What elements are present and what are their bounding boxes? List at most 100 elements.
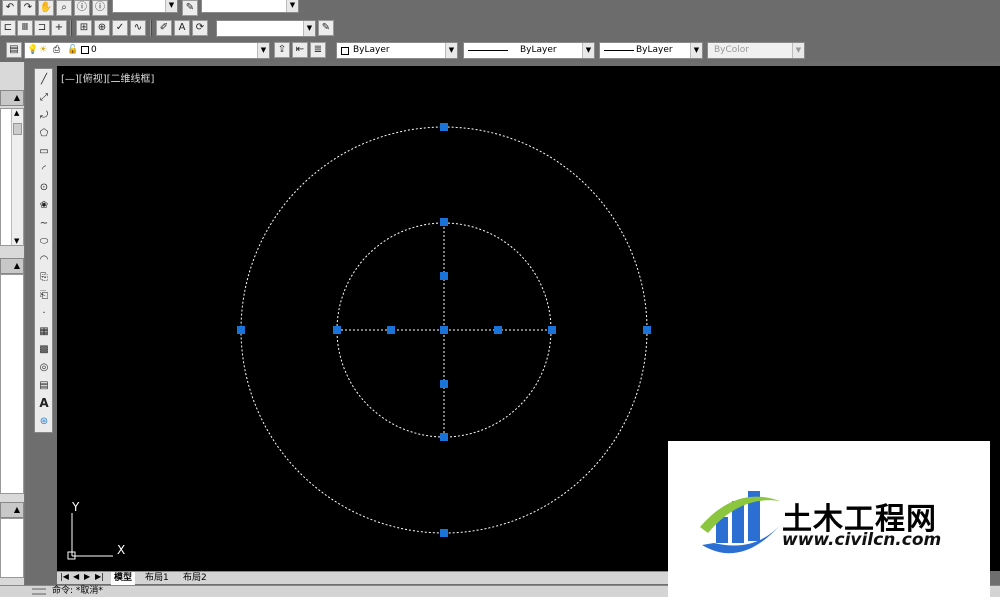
tab-model[interactable]: 模型 bbox=[111, 572, 136, 585]
civilcn-logo bbox=[700, 491, 782, 554]
toolbar-row-3: ▤ 💡 ☀ ⎙ 🔓 0 ▼ ⇪ ⇤ ≣ ByLayer ▼ ByLayer ▼ … bbox=[0, 40, 1000, 62]
style-dropdown[interactable]: ▼ bbox=[201, 0, 299, 13]
dim-edit-icon[interactable]: ✐ bbox=[156, 20, 172, 36]
jogged-linear-icon[interactable]: ∿ bbox=[130, 20, 146, 36]
linetype-dropdown[interactable]: ByLayer ▼ bbox=[463, 42, 595, 59]
dim-linear-icon[interactable]: ⊏ bbox=[0, 20, 16, 36]
watermark-url: www.civilcn.com bbox=[782, 530, 942, 550]
watermark: 土木工程网 www.civilcn.com bbox=[668, 441, 990, 597]
grip[interactable] bbox=[440, 326, 448, 334]
revision-cloud-icon[interactable]: ❀ bbox=[36, 197, 52, 213]
palette-scrollbar[interactable]: ▲ ▼ bbox=[11, 109, 23, 245]
make-current-layer-icon[interactable]: ⇪ bbox=[274, 42, 290, 58]
rectangle-icon[interactable]: ▭ bbox=[36, 143, 52, 159]
collapse-up-icon[interactable]: ▲ bbox=[14, 93, 20, 102]
scroll-thumb[interactable] bbox=[13, 123, 22, 135]
scroll-down-icon[interactable]: ▼ bbox=[14, 237, 19, 245]
center-mark-icon[interactable]: ⊕ bbox=[94, 20, 110, 36]
dim-baseline-icon[interactable]: Ⅲ bbox=[17, 20, 33, 36]
match-properties-icon[interactable]: ✎ bbox=[182, 0, 198, 16]
make-block-icon[interactable]: ⎗ bbox=[36, 287, 52, 303]
dim-update-icon[interactable]: ⟳ bbox=[192, 20, 208, 36]
layer-dropdown[interactable]: 💡 ☀ ⎙ 🔓 0 ▼ bbox=[24, 42, 270, 59]
grip[interactable] bbox=[440, 218, 448, 226]
scroll-up-icon[interactable]: ▲ bbox=[14, 109, 19, 117]
layer-manager-icon[interactable]: ▤ bbox=[6, 42, 22, 58]
hatch-icon[interactable]: ▦ bbox=[36, 323, 52, 339]
lineweight-dropdown[interactable]: ByLayer ▼ bbox=[599, 42, 703, 59]
plotstyle-dropdown: ByColor ▼ bbox=[707, 42, 805, 59]
print-icon: ⎙ bbox=[53, 45, 61, 55]
dim-style-icon[interactable]: ✎ bbox=[318, 20, 334, 36]
palette-panel-3: ▲ bbox=[0, 502, 24, 518]
lineweight-preview bbox=[604, 50, 634, 51]
tab-first-icon[interactable]: |◀ bbox=[60, 572, 69, 581]
line-icon[interactable]: ╱ bbox=[36, 71, 52, 87]
multiline-text-icon[interactable]: A bbox=[36, 395, 52, 411]
separator bbox=[70, 20, 72, 36]
linetype-preview bbox=[468, 50, 508, 51]
grip[interactable] bbox=[548, 326, 556, 334]
layout-tabs: |◀ ◀ ▶ ▶| 模型 布局1 布局2 bbox=[57, 571, 757, 585]
dim-center-icon[interactable]: + bbox=[51, 20, 67, 36]
palette-panel-1: ▲ bbox=[0, 90, 24, 106]
table-icon[interactable]: ▤ bbox=[36, 377, 52, 393]
grip[interactable] bbox=[387, 326, 395, 334]
ucs-x-label: X bbox=[117, 543, 126, 557]
ellipse-icon[interactable]: ⬭ bbox=[36, 233, 52, 249]
gradient-icon[interactable]: ▩ bbox=[36, 341, 52, 357]
tab-last-icon[interactable]: ▶| bbox=[95, 572, 104, 581]
inspect-icon[interactable]: ✓ bbox=[112, 20, 128, 36]
command-grip[interactable] bbox=[32, 588, 46, 595]
polyline-icon[interactable]: ⤾ bbox=[36, 107, 52, 123]
grip[interactable] bbox=[333, 326, 341, 334]
grip[interactable] bbox=[494, 326, 502, 334]
grip[interactable] bbox=[237, 326, 245, 334]
layer-color-swatch bbox=[81, 46, 89, 54]
grip[interactable] bbox=[440, 433, 448, 441]
tab-prev-icon[interactable]: ◀ bbox=[73, 572, 79, 581]
toolbar-row-2: ⊏ Ⅲ ⊐ + ⊞ ⊕ ✓ ∿ ✐ A ⟳ ▼ ✎ bbox=[0, 17, 1000, 40]
help-icon[interactable]: ⓘ bbox=[92, 0, 108, 16]
tab-layout2[interactable]: 布局2 bbox=[183, 572, 207, 585]
polygon-icon[interactable]: ⬠ bbox=[36, 125, 52, 141]
ellipse-arc-icon[interactable]: ◠ bbox=[36, 251, 52, 267]
redo-icon[interactable]: ↷ bbox=[20, 0, 36, 16]
grip[interactable] bbox=[440, 380, 448, 388]
dim-text-edit-icon[interactable]: A bbox=[174, 20, 190, 36]
construction-line-icon[interactable]: ⤢ bbox=[36, 89, 52, 105]
color-swatch bbox=[341, 47, 349, 55]
collapse-up-icon[interactable]: ▲ bbox=[14, 261, 20, 270]
collapse-up-icon[interactable]: ▲ bbox=[14, 505, 20, 514]
tolerance-icon[interactable]: ⊞ bbox=[76, 20, 92, 36]
spline-icon[interactable]: ∼ bbox=[36, 215, 52, 231]
layer-value: 0 bbox=[91, 45, 97, 55]
color-dropdown[interactable]: ByLayer ▼ bbox=[336, 42, 458, 59]
insert-block-icon[interactable]: ⎘ bbox=[36, 269, 52, 285]
palette-body-3 bbox=[0, 518, 24, 578]
layer-previous-icon[interactable]: ⇤ bbox=[292, 42, 308, 58]
dim-continue-icon[interactable]: ⊐ bbox=[34, 20, 50, 36]
point-icon[interactable]: · bbox=[36, 305, 52, 321]
dim-style-dropdown[interactable]: ▼ bbox=[216, 20, 316, 37]
command-text: 命令: *取消* bbox=[52, 586, 103, 596]
undo-icon[interactable]: ↶ bbox=[2, 0, 18, 16]
pan-icon[interactable]: ✋ bbox=[38, 0, 54, 16]
arc-icon[interactable]: ◜ bbox=[36, 161, 52, 177]
info-icon[interactable]: ⓘ bbox=[74, 0, 90, 16]
tab-next-icon[interactable]: ▶ bbox=[84, 572, 90, 581]
tab-layout1[interactable]: 布局1 bbox=[145, 572, 169, 585]
grip[interactable] bbox=[440, 272, 448, 280]
zoom-icon[interactable]: ⌕ bbox=[56, 0, 72, 16]
lightbulb-icon: 💡 bbox=[27, 45, 39, 55]
region-icon[interactable]: ◎ bbox=[36, 359, 52, 375]
add-selected-icon[interactable]: ⊛ bbox=[36, 413, 52, 429]
grip[interactable] bbox=[643, 326, 651, 334]
layer-state-icon[interactable]: ≣ bbox=[310, 42, 326, 58]
grip[interactable] bbox=[440, 529, 448, 537]
sun-icon: ☀ bbox=[39, 45, 48, 55]
workspace-dropdown[interactable]: ▼ bbox=[112, 0, 178, 13]
toolbar-row-1: ↶ ↷ ✋ ⌕ ⓘ ⓘ ▼ ✎ ▼ bbox=[0, 0, 1000, 17]
grip[interactable] bbox=[440, 123, 448, 131]
circle-icon[interactable]: ⊙ bbox=[36, 179, 52, 195]
